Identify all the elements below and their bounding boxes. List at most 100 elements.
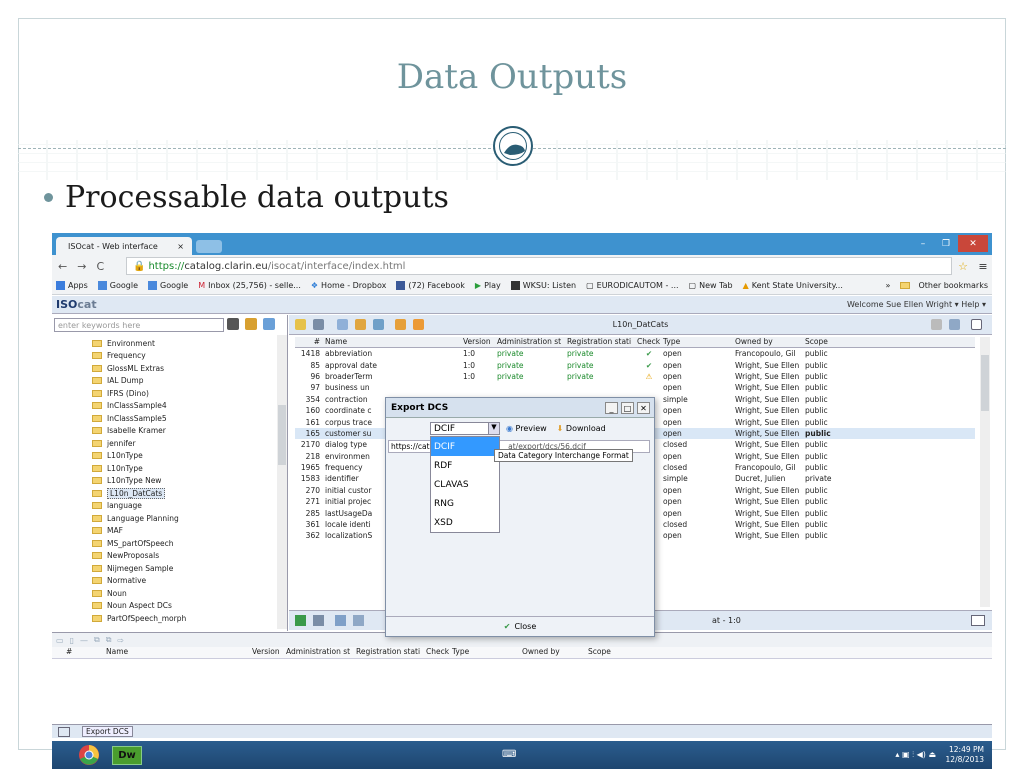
search-input[interactable]: enter keywords here: [54, 318, 224, 332]
tab-close-icon[interactable]: ×: [177, 242, 184, 251]
format-option[interactable]: RNG: [431, 494, 499, 513]
maximize-icon[interactable]: ❐: [935, 235, 957, 252]
bookmark-facebook[interactable]: (72) Facebook: [396, 281, 465, 290]
bookmark-google-2[interactable]: Google: [148, 281, 188, 290]
reload-list-icon[interactable]: [949, 319, 960, 330]
export-icon[interactable]: ⇨: [117, 636, 124, 645]
tree-item[interactable]: PartOfSpeech_morph: [52, 612, 280, 625]
close-window-icon[interactable]: ✕: [958, 235, 988, 252]
info-icon[interactable]: [335, 615, 346, 626]
col-administration[interactable]: Administration st: [286, 647, 356, 658]
col-owned-by[interactable]: Owned by: [733, 337, 803, 347]
export-dcs-task[interactable]: Export DCS: [82, 726, 133, 737]
tree-item[interactable]: L10n_DatCats: [52, 487, 280, 500]
tree-icon[interactable]: [931, 319, 942, 330]
chrome-icon[interactable]: [72, 742, 106, 768]
tree-item[interactable]: Isabelle Kramer: [52, 425, 280, 438]
col-version[interactable]: Version: [461, 337, 495, 347]
forward-icon[interactable]: →: [77, 260, 86, 273]
col-type[interactable]: Type: [661, 337, 733, 347]
bookmarks-overflow[interactable]: »: [886, 281, 891, 290]
tree-item[interactable]: Normative: [52, 575, 280, 588]
col-name[interactable]: Name: [82, 647, 252, 658]
tray-icons[interactable]: ▴ ▣ ⫶ ◀) ⏏: [895, 750, 936, 760]
col-registration[interactable]: Registration stati: [565, 337, 635, 347]
tree-item[interactable]: L10nType: [52, 462, 280, 475]
format-option[interactable]: XSD: [431, 513, 499, 532]
col-administration[interactable]: Administration st: [495, 337, 565, 347]
menu-icon[interactable]: ≡: [974, 260, 992, 273]
tree-item[interactable]: IFRS (Dino): [52, 387, 280, 400]
clock-time[interactable]: 12:49 PM: [946, 745, 984, 755]
preview-button[interactable]: ◉ Preview: [506, 424, 547, 433]
format-option[interactable]: RDF: [431, 456, 499, 475]
format-option[interactable]: CLAVAS: [431, 475, 499, 494]
col-registration[interactable]: Registration stati: [356, 647, 426, 658]
tree-item[interactable]: language: [52, 500, 280, 513]
other-bookmarks[interactable]: Other bookmarks: [900, 281, 988, 290]
col-version[interactable]: Version: [252, 647, 286, 658]
main-scrollbar[interactable]: [980, 337, 990, 607]
tree-item[interactable]: Noun Aspect DCs: [52, 600, 280, 613]
plus-icon[interactable]: [295, 615, 306, 626]
minus-icon[interactable]: —: [80, 636, 88, 645]
tree-item[interactable]: L10nType: [52, 450, 280, 463]
window-icon[interactable]: [971, 615, 985, 626]
window-icon[interactable]: [971, 319, 982, 330]
keyboard-icon[interactable]: ⌨: [502, 749, 516, 760]
bookmark-apps[interactable]: Apps: [56, 281, 88, 290]
bookmark-play[interactable]: ▶ Play: [475, 281, 501, 290]
tree-item[interactable]: IAL Dump: [52, 375, 280, 388]
bookmark-new-tab[interactable]: ▢ New Tab: [689, 281, 733, 290]
col-num[interactable]: #: [295, 337, 323, 347]
tree-item[interactable]: jennifer: [52, 437, 280, 450]
dialog-minimize-icon[interactable]: _: [605, 402, 618, 414]
col-type[interactable]: Type: [452, 647, 522, 658]
bookmark-kent-state[interactable]: ▲ Kent State University...: [743, 281, 843, 290]
copy-icon[interactable]: ⧉: [94, 635, 100, 645]
format-option[interactable]: DCIF: [431, 437, 499, 456]
col-scope[interactable]: Scope: [588, 647, 658, 658]
minimize-icon[interactable]: –: [912, 235, 934, 252]
refresh-icon[interactable]: [263, 318, 275, 330]
left-scrollbar[interactable]: [277, 335, 287, 629]
format-select[interactable]: DCIF ▼: [430, 422, 500, 435]
table-row[interactable]: 97 business un open Wright, Sue Ellen public: [295, 382, 975, 393]
print-icon[interactable]: [313, 615, 324, 626]
dialog-close-icon[interactable]: ✕: [637, 402, 650, 414]
tree-item[interactable]: NewProposals: [52, 550, 280, 563]
new-icon[interactable]: ▯: [70, 636, 74, 645]
bookmark-google[interactable]: Google: [97, 281, 138, 290]
clear-icon[interactable]: [245, 318, 257, 330]
tree-item[interactable]: GlossML Extras: [52, 362, 280, 375]
download-button[interactable]: ⬇ Download: [557, 424, 606, 433]
tree-item[interactable]: Noun: [52, 587, 280, 600]
bookmark-wksu[interactable]: WKSU: Listen: [510, 281, 576, 290]
tree-item[interactable]: InClassSample5: [52, 412, 280, 425]
tree-item[interactable]: L10nType New: [52, 475, 280, 488]
col-owned-by[interactable]: Owned by: [522, 647, 588, 658]
bookmark-eurodicautom[interactable]: ▢ EURODICAUTOM - ...: [586, 281, 678, 290]
back-icon[interactable]: ←: [58, 260, 67, 273]
paste-icon[interactable]: ⧉: [106, 635, 112, 645]
clock-date[interactable]: 12/8/2013: [946, 755, 984, 765]
tree-item[interactable]: Language Planning: [52, 512, 280, 525]
reload-icon[interactable]: C: [96, 260, 104, 273]
browser-tab[interactable]: ISOcat - Web interface ×: [56, 237, 192, 255]
welcome-text[interactable]: Welcome Sue Ellen Wright ▾ Help ▾: [847, 300, 986, 309]
table-row[interactable]: 1418 abbreviation 1:0 private private ✔ open Fr…: [295, 348, 975, 359]
close-button[interactable]: ✔ Close: [386, 616, 654, 636]
tree-item[interactable]: MS_partOfSpeech: [52, 537, 280, 550]
dreamweaver-icon[interactable]: Dw: [110, 742, 144, 768]
star-icon[interactable]: ☆: [952, 260, 974, 273]
tree-item[interactable]: InClassSample4: [52, 400, 280, 413]
col-check[interactable]: Check: [635, 337, 661, 347]
col-scope[interactable]: Scope: [803, 337, 873, 347]
tree-item[interactable]: MAF: [52, 525, 280, 538]
url-input[interactable]: 🔒 https:// catalog.clarin.eu /isocat/int…: [126, 257, 952, 275]
bookmark-inbox[interactable]: M Inbox (25,756) - selle...: [198, 281, 301, 290]
dialog-maximize-icon[interactable]: □: [621, 402, 634, 414]
bookmark-dropbox[interactable]: ❖ Home - Dropbox: [311, 281, 386, 290]
col-num[interactable]: #: [52, 647, 82, 658]
tree-item[interactable]: Nijmegen Sample: [52, 562, 280, 575]
